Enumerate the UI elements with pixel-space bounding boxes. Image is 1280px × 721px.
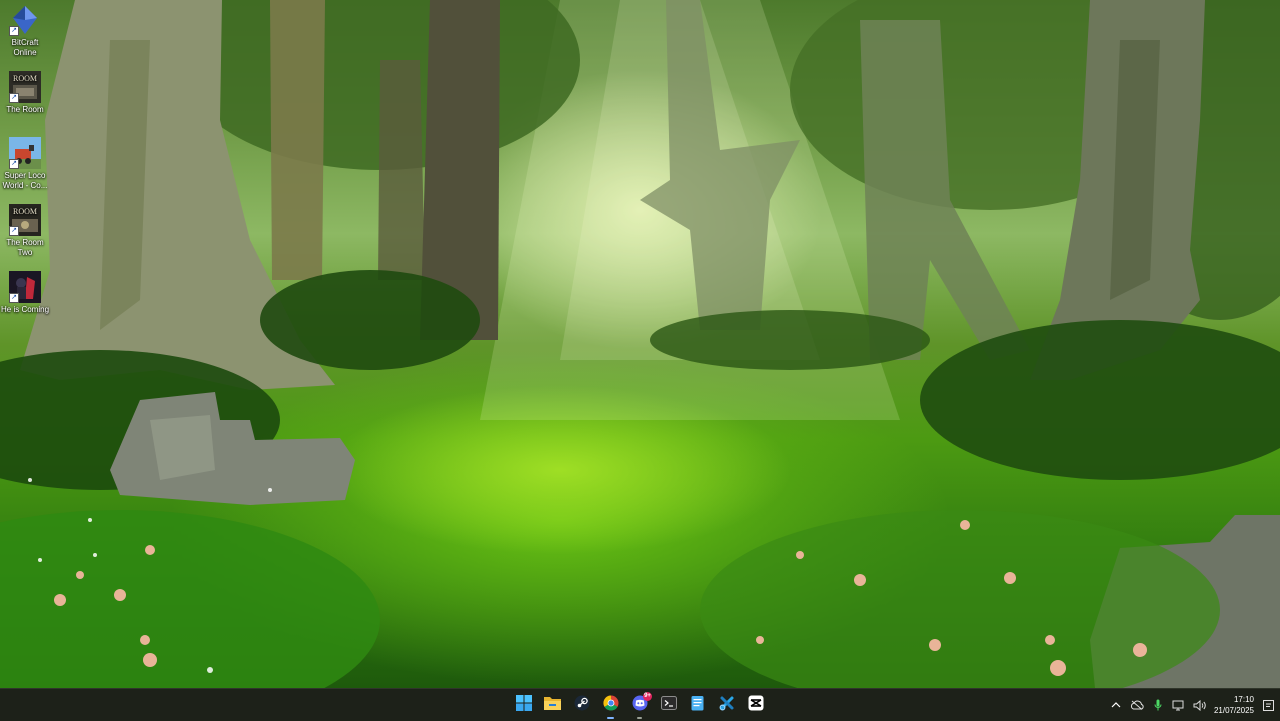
desktop-icon-he-is-coming[interactable]: ↗ He is Coming (0, 271, 50, 315)
volume-icon[interactable] (1189, 689, 1210, 721)
cloud-offline-icon[interactable] (1126, 689, 1147, 721)
taskbar-discord[interactable]: 9+ (625, 689, 654, 721)
taskbar-file-explorer[interactable] (538, 689, 567, 721)
show-hidden-icons-chevron-icon[interactable] (1105, 689, 1126, 721)
svg-text:ROOM: ROOM (13, 207, 37, 216)
shortcut-arrow-icon: ↗ (9, 159, 19, 169)
svg-text:ROOM: ROOM (13, 74, 37, 83)
file-explorer-icon (544, 695, 561, 715)
notifications-icon[interactable] (1260, 689, 1276, 721)
taskbar-pinned-apps: 9+ (509, 689, 770, 721)
desktop-icon-super-loco-world[interactable]: ↗ Super Loco World - Co... (0, 137, 50, 191)
shortcut-arrow-icon: ↗ (9, 26, 19, 36)
taskbar-steam[interactable] (567, 689, 596, 721)
desktop-wallpaper (0, 0, 1280, 688)
desktop-icon-bitcraft-online[interactable]: ↗ BitCraft Online (0, 4, 50, 58)
the-room-icon: ROOM ↗ (9, 71, 41, 103)
shortcut-arrow-icon: ↗ (9, 293, 19, 303)
taskbar-snipping-tool[interactable] (712, 689, 741, 721)
microphone-icon[interactable] (1147, 689, 1168, 721)
chrome-icon (602, 694, 619, 716)
taskbar-capcut[interactable] (741, 689, 770, 721)
bitcraft-icon: ↗ (9, 4, 41, 36)
windows-start-icon (515, 694, 532, 716)
network-icon[interactable] (1168, 689, 1189, 721)
start-button[interactable] (509, 689, 538, 721)
desktop-icon-label: BitCraft Online (11, 38, 39, 57)
discord-notification-badge: 9+ (643, 692, 652, 701)
desktop-icon-label: The Room (6, 105, 44, 114)
taskbar: 9+ 17:10 21/07/2025 (0, 688, 1280, 721)
taskbar-chrome[interactable] (596, 689, 625, 721)
taskbar-clock[interactable]: 17:10 21/07/2025 (1210, 694, 1254, 716)
notepad-icon (691, 695, 704, 716)
shortcut-arrow-icon: ↗ (9, 226, 19, 236)
he-is-coming-icon: ↗ (9, 271, 41, 303)
desktop-icon-label: He is Coming (1, 305, 50, 314)
clock-date: 21/07/2025 (1213, 706, 1254, 715)
terminal-icon (660, 695, 677, 715)
desktop-icon-the-room[interactable]: ROOM ↗ The Room (0, 71, 50, 115)
system-tray: 17:10 21/07/2025 (1105, 689, 1280, 721)
shortcut-arrow-icon: ↗ (9, 93, 19, 103)
snipping-tool-icon (719, 695, 735, 716)
desktop-icon-label: Super Loco World - Co... (2, 171, 48, 190)
super-loco-world-icon: ↗ (9, 137, 41, 169)
forest-scene (0, 0, 1280, 688)
desktop-icon-label: The Room Two (6, 238, 44, 257)
taskbar-terminal[interactable] (654, 689, 683, 721)
steam-icon (574, 695, 590, 716)
the-room-two-icon: ROOM ↗ (9, 204, 41, 236)
capcut-icon (748, 695, 764, 716)
clock-time: 17:10 (1233, 695, 1254, 704)
desktop-icon-the-room-two[interactable]: ROOM ↗ The Room Two (0, 204, 50, 258)
taskbar-notepad[interactable] (683, 689, 712, 721)
